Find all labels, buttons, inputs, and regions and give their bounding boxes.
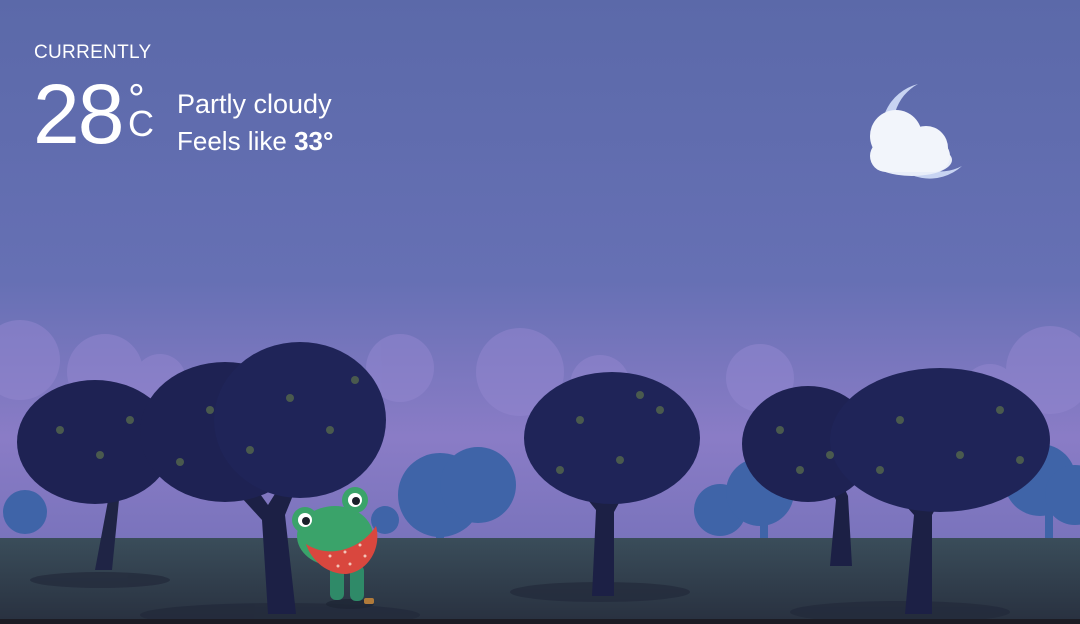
bottom-edge-bar (0, 619, 1080, 624)
temperature-unit: C (128, 103, 154, 144)
feels-like-prefix: Feels like (177, 126, 287, 156)
condition-text: Partly cloudy (177, 89, 332, 119)
feels-like-value: 33° (294, 126, 334, 156)
feels-like-text: Feels like 33° (177, 127, 333, 156)
weather-scene (0, 0, 1080, 624)
currently-label: CURRENTLY (34, 42, 152, 63)
temperature-value: 28 (33, 67, 124, 161)
